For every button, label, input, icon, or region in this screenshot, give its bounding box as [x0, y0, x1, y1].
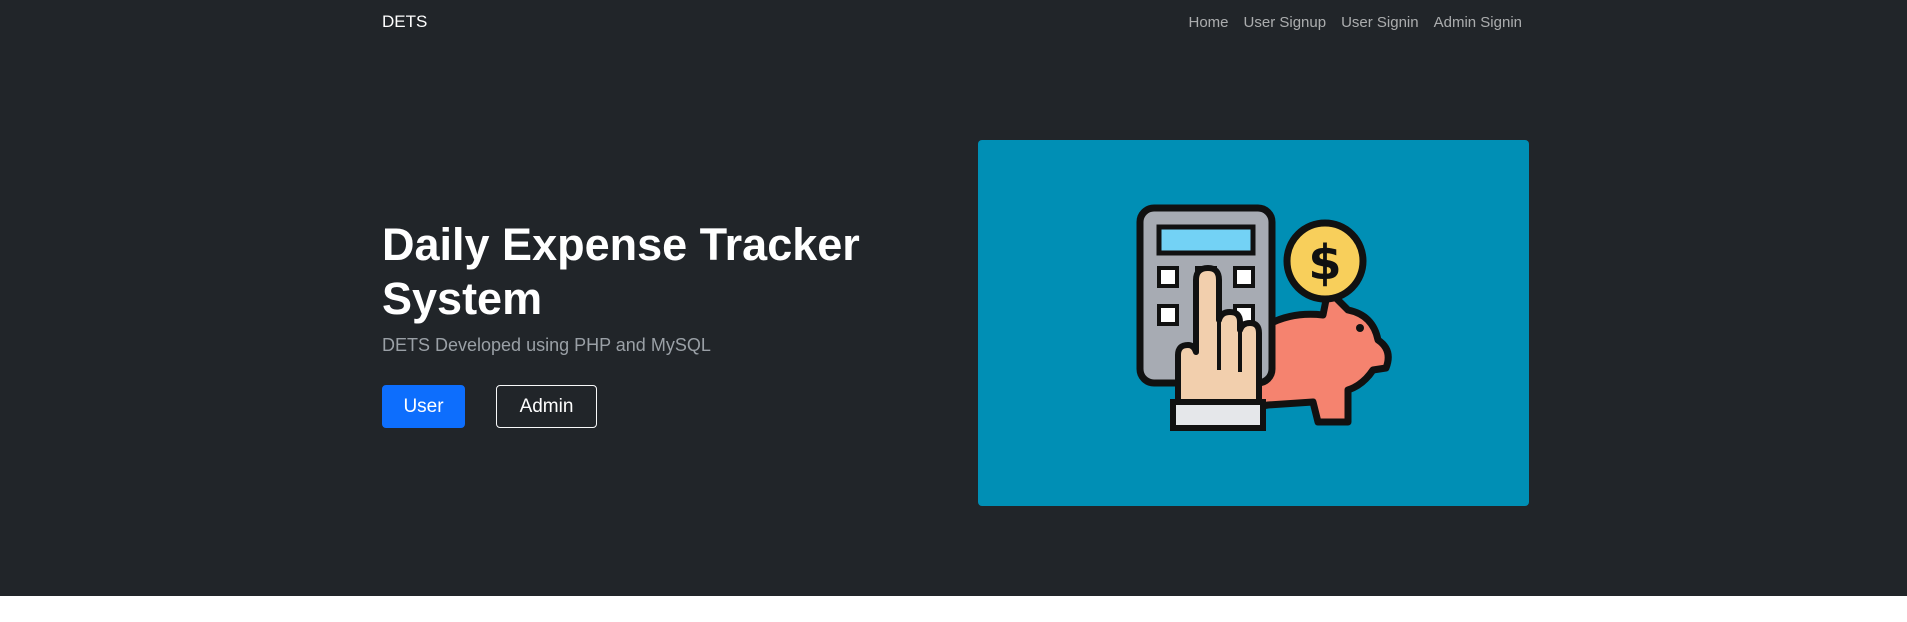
nav-link-user-signin[interactable]: User Signin — [1341, 14, 1419, 31]
page-subtitle: DETS Developed using PHP and MySQL — [382, 335, 711, 355]
page-title: Daily Expense Tracker System — [382, 219, 860, 324]
calculator-piggybank-icon: $ — [1136, 204, 1392, 431]
svg-text:$: $ — [1308, 235, 1341, 291]
hero-illustration: $ — [978, 140, 1529, 506]
hero-section: DETS Home User Signup User Signin Admin … — [0, 0, 1907, 596]
navbar-links: Home User Signup User Signin Admin Signi… — [1189, 14, 1523, 31]
admin-button[interactable]: Admin — [496, 385, 597, 428]
user-button[interactable]: User — [382, 385, 465, 428]
nav-link-home[interactable]: Home — [1189, 14, 1229, 31]
nav-link-user-signup[interactable]: User Signup — [1244, 14, 1327, 31]
nav-link-admin-signin[interactable]: Admin Signin — [1434, 14, 1522, 31]
navbar-brand[interactable]: DETS — [382, 12, 427, 32]
